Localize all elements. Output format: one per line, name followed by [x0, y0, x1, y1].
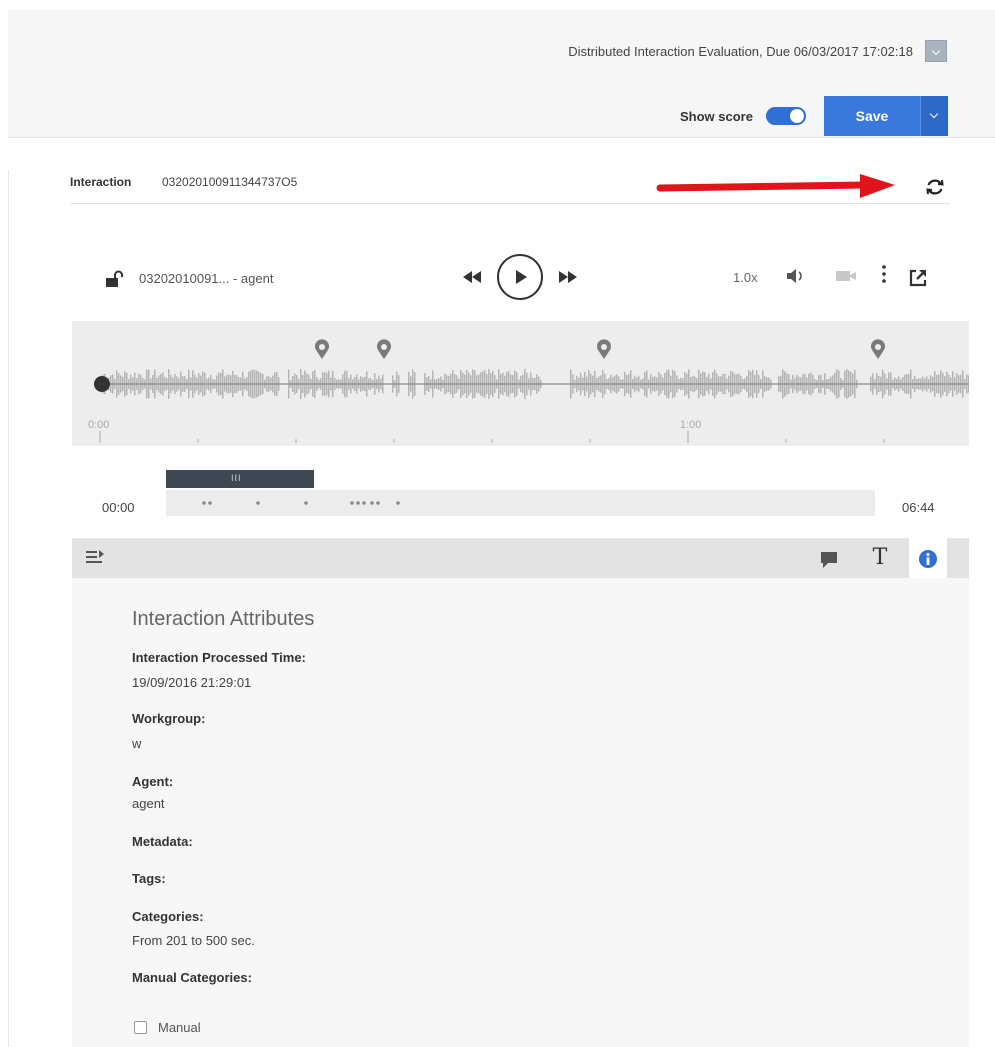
video-icon[interactable] — [835, 268, 857, 284]
timeline-marker — [350, 501, 354, 505]
annotation-arrow — [656, 174, 895, 198]
timeline-start-time: 00:00 — [102, 500, 135, 515]
annotation-pin-icon[interactable] — [315, 339, 329, 359]
attribute-value: 19/09/2016 21:29:01 — [132, 675, 252, 690]
waveform-graphic — [94, 339, 969, 443]
timeline-marker — [208, 501, 212, 505]
attribute-value: w — [132, 736, 142, 751]
evaluation-dropdown-button[interactable] — [925, 40, 947, 62]
volume-icon[interactable] — [785, 266, 807, 286]
attribute-label: Agent: — [132, 774, 174, 789]
attribute-label: Manual Categories: — [132, 970, 252, 985]
playback-speed[interactable]: 1.0x — [733, 270, 758, 285]
evaluation-title: Distributed Interaction Evaluation, Due … — [568, 44, 913, 59]
annotation-pin-icon[interactable] — [871, 339, 885, 359]
fast-forward-icon[interactable] — [557, 268, 579, 286]
save-button[interactable]: Save — [824, 96, 920, 136]
panel-divider — [8, 170, 9, 1047]
attribute-label: Categories: — [132, 909, 204, 924]
interaction-id: 032020100911344737O5 — [162, 175, 298, 189]
outline-icon[interactable] — [84, 547, 106, 569]
comment-icon[interactable] — [819, 550, 841, 572]
timeline-marker — [356, 501, 360, 505]
timeline-marker — [362, 501, 366, 505]
play-button[interactable] — [497, 254, 543, 300]
timeline-marker — [396, 501, 400, 505]
interaction-label: Interaction — [70, 175, 132, 189]
info-icon[interactable] — [917, 548, 939, 570]
show-score-toggle[interactable] — [766, 107, 806, 125]
annotation-pin-icon[interactable] — [377, 339, 391, 359]
text-icon[interactable]: T — [869, 544, 891, 570]
timeline-marker — [376, 501, 380, 505]
playhead[interactable] — [94, 376, 110, 392]
waveform-time-mid: 1:00 — [680, 419, 702, 431]
panel-title: Interaction Attributes — [132, 608, 315, 630]
info-tab[interactable] — [909, 538, 947, 578]
timeline-marker — [256, 501, 260, 505]
annotation-pin-icon[interactable] — [597, 339, 611, 359]
timeline-marker — [202, 501, 206, 505]
media-name: 03202010091... - agent — [139, 271, 274, 286]
attribute-value: agent — [132, 796, 165, 811]
more-vertical-icon[interactable] — [880, 264, 888, 286]
timeline-marker — [304, 501, 308, 505]
manual-checkbox[interactable] — [134, 1021, 147, 1034]
rewind-icon[interactable] — [461, 268, 483, 286]
timeline-markers — [202, 501, 400, 505]
timeline-end-time: 06:44 — [902, 500, 935, 515]
panel-toolbar: T — [72, 538, 969, 578]
toggle-knob — [790, 109, 804, 123]
manual-checkbox-label: Manual — [158, 1020, 201, 1035]
waveform-time-start: 0:00 — [88, 419, 110, 431]
attribute-value: From 201 to 500 sec. — [132, 933, 255, 948]
attribute-label: Metadata: — [132, 834, 193, 849]
refresh-icon[interactable] — [924, 176, 946, 198]
show-score-label: Show score — [680, 109, 753, 124]
lock-open-icon[interactable] — [105, 270, 125, 288]
attributes-panel: Interaction Attributes Interaction Proce… — [72, 578, 969, 1047]
save-dropdown-button[interactable] — [920, 96, 948, 136]
timeline-selection[interactable]: III — [166, 470, 314, 488]
timeline-track[interactable] — [166, 490, 875, 516]
waveform[interactable] — [72, 321, 969, 446]
attribute-label: Interaction Processed Time: — [132, 650, 306, 665]
timeline-marker — [370, 501, 374, 505]
attribute-label: Workgroup: — [132, 711, 206, 726]
popout-icon[interactable] — [908, 268, 928, 288]
selection-grip[interactable]: III — [231, 473, 242, 483]
attribute-label: Tags: — [132, 871, 166, 886]
